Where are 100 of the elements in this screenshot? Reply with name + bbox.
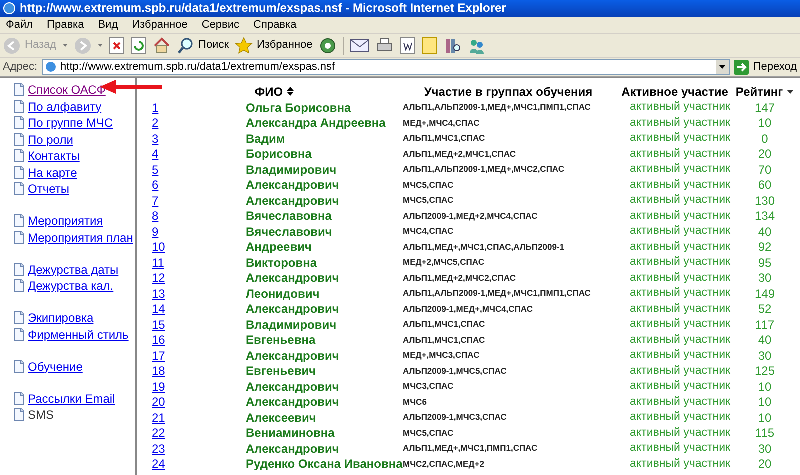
row-number-link[interactable]: 24 — [152, 455, 163, 474]
column-header[interactable]: Рейтинг — [736, 82, 784, 100]
search-button[interactable]: Поиск — [176, 36, 230, 54]
row-number-link[interactable]: 7 — [152, 192, 163, 210]
rating-value: 70 — [757, 162, 773, 179]
group-list: МЧС6 — [397, 396, 620, 409]
refresh-icon[interactable] — [130, 36, 147, 54]
row-number-link[interactable]: 21 — [152, 408, 163, 427]
column-header[interactable]: Активное участие — [622, 82, 728, 100]
menu-item[interactable]: Вид — [98, 16, 118, 34]
menu-item[interactable]: Справка — [254, 16, 297, 34]
row-number-link[interactable]: 3 — [152, 130, 163, 148]
nav-link[interactable]: На карте — [28, 166, 78, 180]
row-number-link[interactable]: 10 — [152, 238, 163, 256]
document-icon — [14, 100, 25, 112]
rating-value: 149 — [754, 286, 776, 303]
row-number-link[interactable]: 4 — [152, 145, 163, 164]
group-list: АЛЬП1,МЕД+2,МЧС2,СПАС — [397, 272, 620, 285]
person-name: Леонидович — [246, 286, 320, 303]
row-number-link[interactable]: 17 — [152, 346, 163, 365]
nav-link[interactable]: Дежурства кал. — [28, 279, 114, 293]
nav-link[interactable]: По группе МЧС — [28, 116, 114, 130]
rating-value: 30 — [757, 348, 773, 365]
group-list: АЛЬП1,МЕД+,МЧС1,СПАС,АЛЬП2009-1 — [397, 240, 620, 254]
person-name: Александрович — [246, 394, 340, 412]
row-number-link[interactable]: 22 — [152, 424, 163, 442]
research-icon[interactable] — [444, 36, 462, 54]
nav-link[interactable]: Контакты — [28, 149, 80, 163]
row-number-link[interactable]: 15 — [152, 316, 163, 334]
rating-value: 10 — [757, 378, 773, 396]
person-name: Александрович — [246, 192, 340, 210]
menu-item[interactable]: Правка — [47, 16, 84, 34]
document-icon — [14, 279, 25, 292]
rating-value: 130 — [754, 192, 776, 210]
group-list: МЧС3,СПАС — [397, 380, 620, 394]
nav-link[interactable]: Обучение — [28, 360, 83, 374]
row-number-link[interactable]: 6 — [152, 176, 163, 194]
nav-link[interactable]: Экипировка — [28, 311, 94, 325]
row-number-link[interactable]: 11 — [152, 254, 163, 272]
edit-document-icon[interactable] — [400, 36, 416, 54]
column-header[interactable]: ФИО — [254, 82, 284, 100]
status-text: активный участник — [629, 146, 730, 162]
person-name: Борисовна — [246, 146, 312, 164]
status-text: активный участник — [629, 193, 730, 208]
printer-icon[interactable] — [376, 36, 394, 54]
nav-link[interactable]: Фирменный стиль — [28, 328, 129, 342]
status-text: активный участник — [629, 394, 730, 410]
status-text: активный участник — [629, 456, 730, 472]
nav-link[interactable]: По роли — [28, 132, 74, 146]
row-number-link[interactable]: 16 — [152, 331, 163, 350]
status-text: активный участник — [629, 364, 730, 379]
nav-link[interactable]: По алфавиту — [28, 100, 102, 114]
sort-icon[interactable] — [287, 87, 294, 96]
row-number-link[interactable]: 19 — [152, 378, 163, 396]
media-icon[interactable] — [318, 36, 337, 54]
go-button[interactable]: Переход — [734, 58, 797, 76]
group-list: МЕД+,МЧС4,СПАС — [397, 116, 620, 130]
person-name: Евгеньевич — [246, 363, 316, 380]
nav-link[interactable]: Рассылки Email — [28, 392, 116, 406]
menu-item[interactable]: Файл — [6, 16, 34, 34]
dropdown-caret-icon[interactable] — [716, 60, 730, 74]
favorites-button[interactable]: Избранное — [235, 36, 313, 54]
status-text: активный участник — [629, 302, 730, 317]
rating-value: 30 — [757, 270, 773, 288]
row-number-link[interactable]: 8 — [152, 207, 163, 226]
document-icon — [14, 149, 25, 162]
group-list: МЧС5,СПАС — [397, 194, 620, 208]
browser-icon — [3, 2, 16, 15]
rating-value: 125 — [754, 363, 776, 380]
home-icon[interactable] — [152, 36, 171, 54]
row-number-link[interactable]: 1 — [152, 98, 163, 117]
nav-link[interactable]: Список ОАСФ — [28, 83, 106, 97]
person-name: Алексеевич — [246, 410, 316, 427]
nav-link[interactable]: Отчеты — [28, 182, 70, 196]
row-number-link[interactable]: 20 — [152, 393, 163, 412]
mail-icon[interactable] — [350, 38, 370, 54]
row-number-link[interactable]: 12 — [152, 269, 163, 288]
row-number-link[interactable]: 23 — [152, 440, 163, 458]
rating-value: 52 — [757, 301, 773, 318]
row-number-link[interactable]: 2 — [152, 114, 163, 132]
person-name: Руденко Оксана Ивановна — [246, 456, 403, 474]
person-name: Александрович — [246, 348, 340, 365]
rating-value: 115 — [754, 425, 776, 442]
status-text: активный участник — [629, 131, 730, 146]
rating-value: 20 — [757, 146, 773, 164]
address-field[interactable]: http://www.extremum.spb.ru/data1/extremum/exspas.nsf — [42, 59, 730, 75]
row-number-link[interactable]: 13 — [152, 284, 163, 303]
row-number-link[interactable]: 18 — [152, 362, 163, 380]
sort-down-icon[interactable] — [787, 90, 794, 94]
stop-icon[interactable] — [108, 36, 125, 54]
nav-link[interactable]: Мероприятия план — [28, 230, 134, 244]
document-icon — [14, 214, 25, 227]
menu-item[interactable]: Избранное — [132, 16, 188, 34]
column-header[interactable]: Участие в группах обучения — [424, 82, 593, 100]
row-number-link[interactable]: 14 — [152, 300, 163, 318]
row-number-link[interactable]: 9 — [152, 222, 163, 241]
menu-item[interactable]: Сервис — [202, 16, 240, 34]
nav-link[interactable]: Мероприятия — [28, 214, 104, 228]
nav-link[interactable]: Дежурства даты — [28, 262, 119, 276]
row-number-link[interactable]: 5 — [152, 160, 163, 179]
